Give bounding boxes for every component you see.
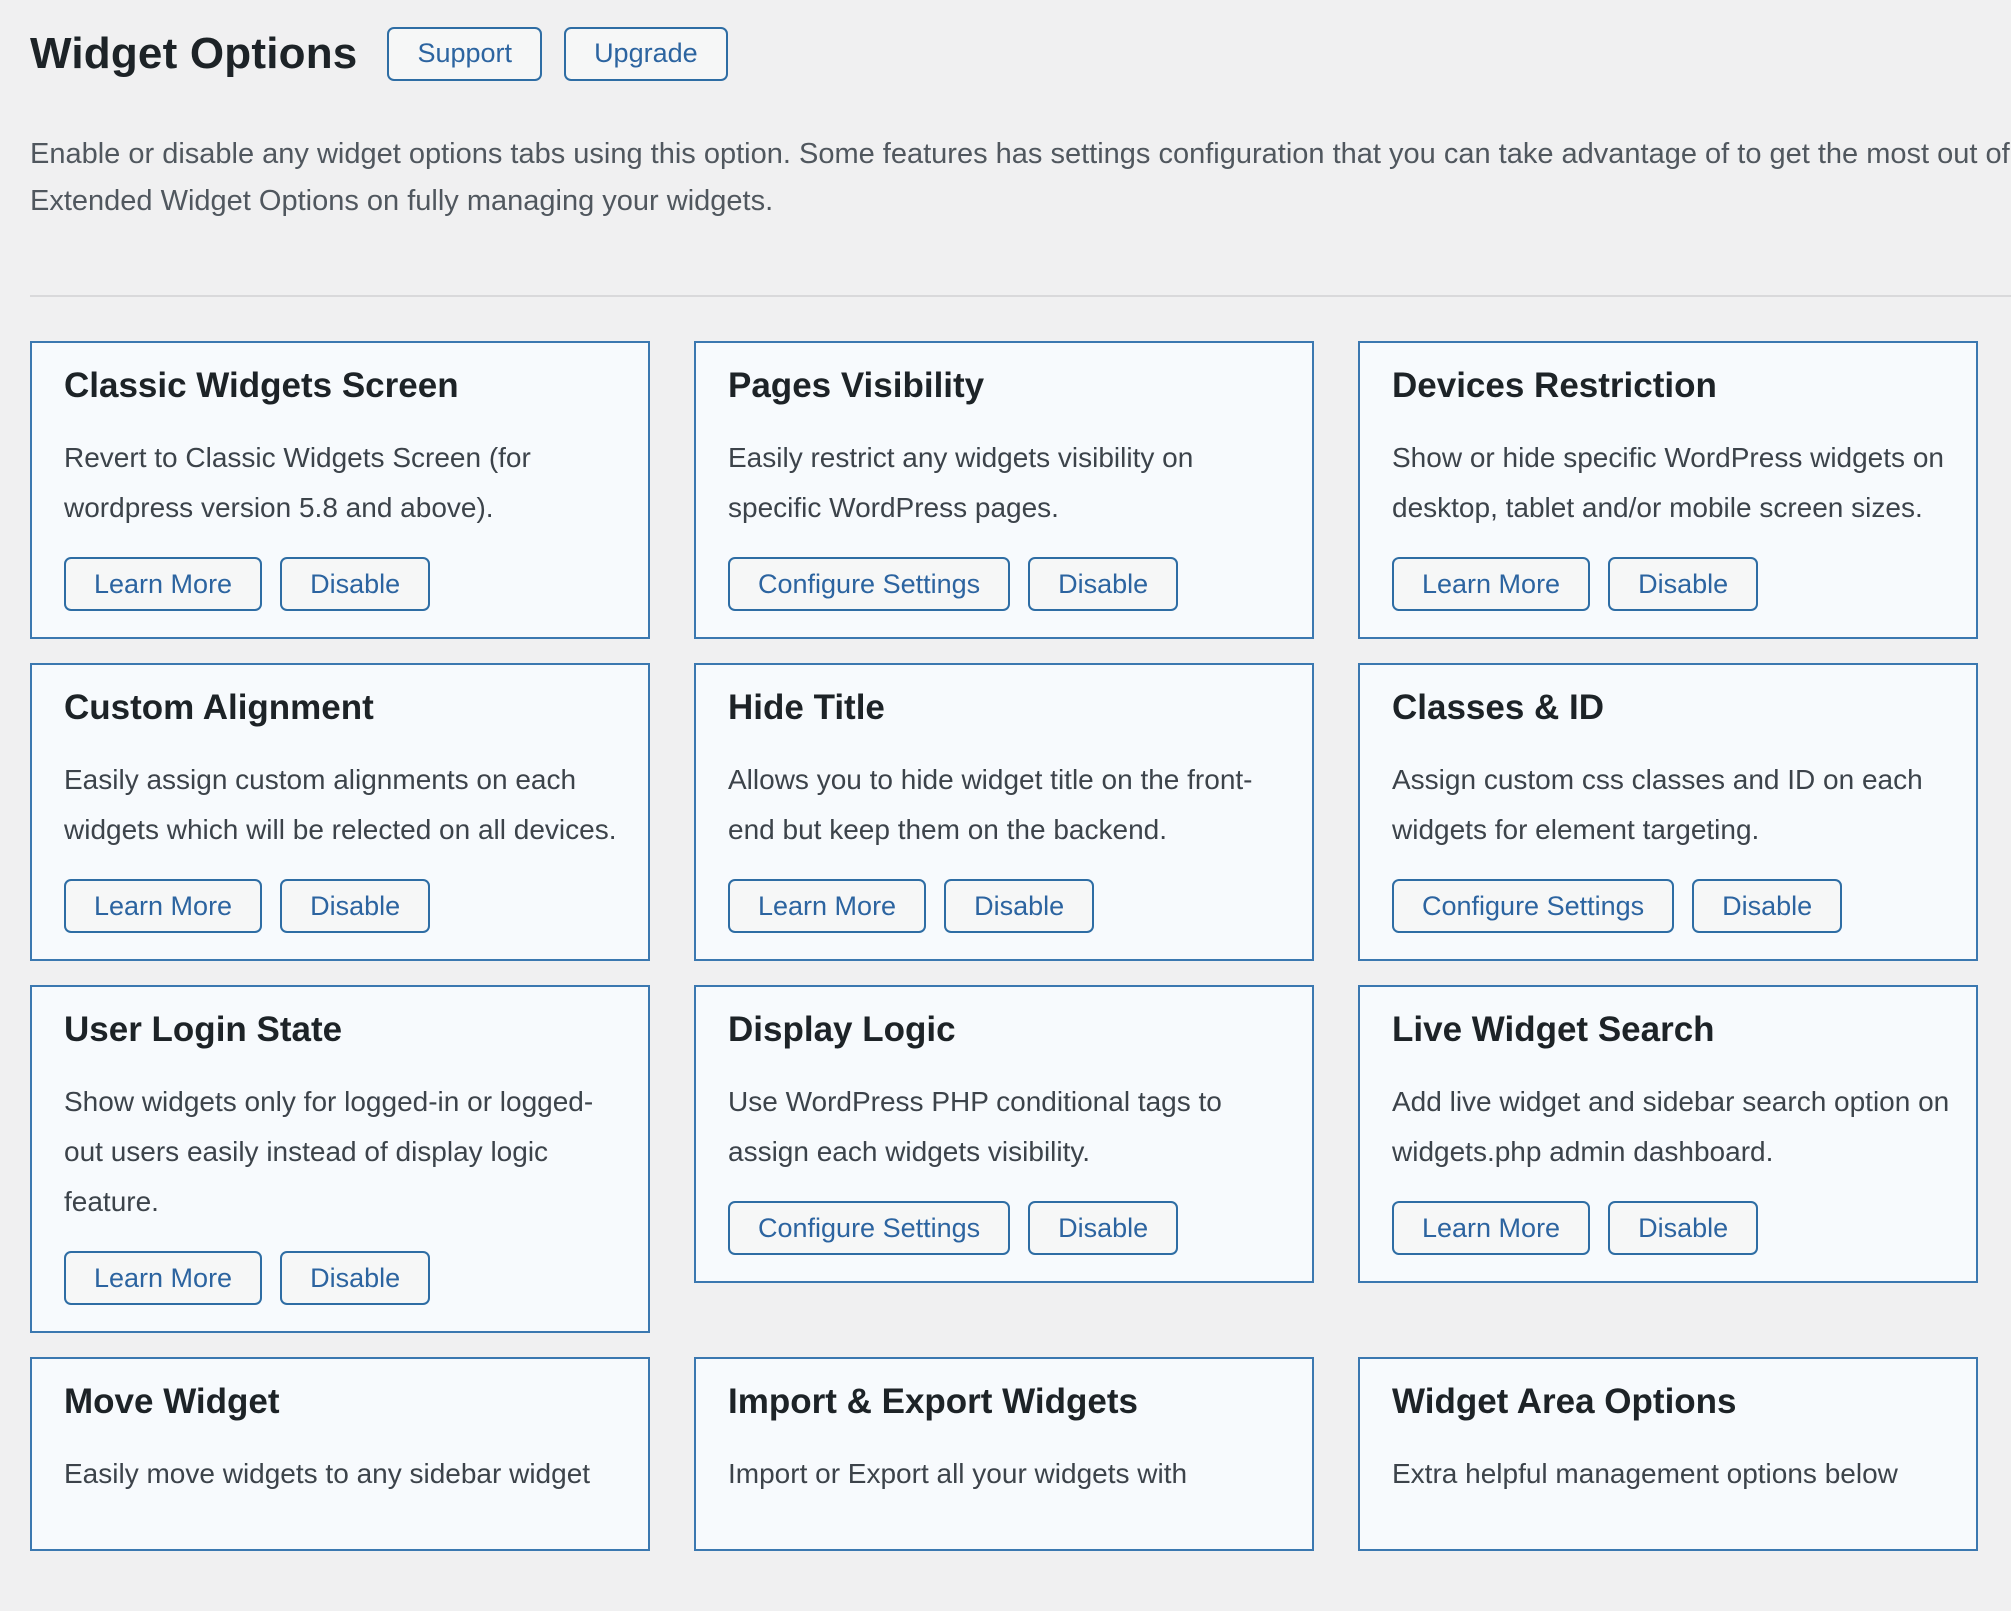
- disable-button[interactable]: Disable: [944, 879, 1094, 933]
- card-description: Show or hide specific WordPress widgets …: [1392, 433, 1946, 533]
- card-title: Classes & ID: [1392, 687, 1946, 729]
- learn-more-button[interactable]: Learn More: [64, 1251, 262, 1305]
- card-description: Easily move widgets to any sidebar widge…: [64, 1449, 618, 1499]
- learn-more-button[interactable]: Learn More: [64, 557, 262, 611]
- section-divider: [30, 295, 2011, 297]
- card-description: Show widgets only for logged-in or logge…: [64, 1077, 618, 1227]
- disable-button[interactable]: Disable: [280, 557, 430, 611]
- widget-options-page: Widget Options Support Upgrade Enable or…: [0, 0, 2011, 1611]
- card-title: Import & Export Widgets: [728, 1381, 1282, 1423]
- feature-card-pages-visibility: Pages Visibility Easily restrict any wid…: [694, 341, 1314, 639]
- disable-button[interactable]: Disable: [280, 879, 430, 933]
- configure-settings-button[interactable]: Configure Settings: [728, 1201, 1010, 1255]
- page-description-line-1: Enable or disable any widget options tab…: [30, 131, 2011, 178]
- card-title: Display Logic: [728, 1009, 1282, 1051]
- feature-card-user-login-state: User Login State Show widgets only for l…: [30, 985, 650, 1333]
- card-description: Revert to Classic Widgets Screen (for wo…: [64, 433, 618, 533]
- page-title: Widget Options: [30, 26, 357, 81]
- card-actions: Configure Settings Disable: [728, 1201, 1282, 1255]
- card-description: Add live widget and sidebar search optio…: [1392, 1077, 1946, 1177]
- support-button[interactable]: Support: [387, 27, 542, 81]
- card-actions: Learn More Disable: [728, 879, 1282, 933]
- configure-settings-button[interactable]: Configure Settings: [728, 557, 1010, 611]
- card-description: Use WordPress PHP conditional tags to as…: [728, 1077, 1282, 1177]
- disable-button[interactable]: Disable: [1028, 1201, 1178, 1255]
- feature-cards-grid: Classic Widgets Screen Revert to Classic…: [30, 341, 1980, 1611]
- card-description: Assign custom css classes and ID on each…: [1392, 755, 1946, 855]
- feature-card-hide-title: Hide Title Allows you to hide widget tit…: [694, 663, 1314, 961]
- feature-card-widget-area-options: Widget Area Options Extra helpful manage…: [1358, 1357, 1978, 1551]
- learn-more-button[interactable]: Learn More: [64, 879, 262, 933]
- card-description: Extra helpful management options below: [1392, 1449, 1946, 1499]
- card-actions: Learn More Disable: [64, 879, 618, 933]
- feature-card-live-widget-search: Live Widget Search Add live widget and s…: [1358, 985, 1978, 1283]
- card-actions: Configure Settings Disable: [728, 557, 1282, 611]
- feature-card-move-widget: Move Widget Easily move widgets to any s…: [30, 1357, 650, 1551]
- learn-more-button[interactable]: Learn More: [1392, 1201, 1590, 1255]
- card-title: Custom Alignment: [64, 687, 618, 729]
- card-actions: Learn More Disable: [1392, 1201, 1946, 1255]
- disable-button[interactable]: Disable: [1608, 557, 1758, 611]
- feature-card-classes-id: Classes & ID Assign custom css classes a…: [1358, 663, 1978, 961]
- learn-more-button[interactable]: Learn More: [728, 879, 926, 933]
- card-title: Move Widget: [64, 1381, 618, 1423]
- card-title: User Login State: [64, 1009, 618, 1051]
- card-title: Pages Visibility: [728, 365, 1282, 407]
- card-title: Devices Restriction: [1392, 365, 1946, 407]
- disable-button[interactable]: Disable: [1608, 1201, 1758, 1255]
- card-title: Classic Widgets Screen: [64, 365, 618, 407]
- card-actions: Learn More Disable: [64, 1251, 618, 1305]
- card-actions: Configure Settings Disable: [1392, 879, 1946, 933]
- configure-settings-button[interactable]: Configure Settings: [1392, 879, 1674, 933]
- card-actions: Learn More Disable: [1392, 557, 1946, 611]
- feature-card-devices-restriction: Devices Restriction Show or hide specifi…: [1358, 341, 1978, 639]
- disable-button[interactable]: Disable: [1692, 879, 1842, 933]
- upgrade-button[interactable]: Upgrade: [564, 27, 728, 81]
- feature-card-display-logic: Display Logic Use WordPress PHP conditio…: [694, 985, 1314, 1283]
- card-description: Easily restrict any widgets visibility o…: [728, 433, 1282, 533]
- card-title: Live Widget Search: [1392, 1009, 1946, 1051]
- page-description: Enable or disable any widget options tab…: [30, 131, 2011, 225]
- card-description: Easily assign custom alignments on each …: [64, 755, 618, 855]
- disable-button[interactable]: Disable: [1028, 557, 1178, 611]
- card-actions: Learn More Disable: [64, 557, 618, 611]
- page-description-line-2: Extended Widget Options on fully managin…: [30, 178, 2011, 225]
- card-title: Hide Title: [728, 687, 1282, 729]
- feature-card-custom-alignment: Custom Alignment Easily assign custom al…: [30, 663, 650, 961]
- card-description: Import or Export all your widgets with: [728, 1449, 1282, 1499]
- card-description: Allows you to hide widget title on the f…: [728, 755, 1282, 855]
- disable-button[interactable]: Disable: [280, 1251, 430, 1305]
- page-header: Widget Options Support Upgrade: [30, 26, 2011, 81]
- card-title: Widget Area Options: [1392, 1381, 1946, 1423]
- learn-more-button[interactable]: Learn More: [1392, 557, 1590, 611]
- feature-card-classic-widgets-screen: Classic Widgets Screen Revert to Classic…: [30, 341, 650, 639]
- feature-card-import-export-widgets: Import & Export Widgets Import or Export…: [694, 1357, 1314, 1551]
